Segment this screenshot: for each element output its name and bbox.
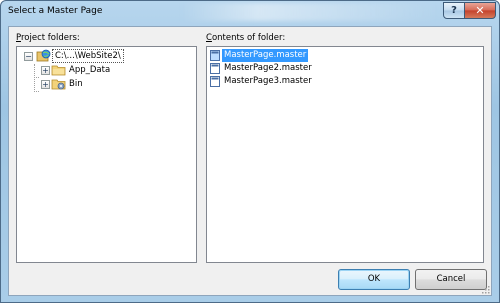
title-bar[interactable]: Select a Master Page ? ✕: [1, 1, 499, 25]
file-item-masterpage2-label[interactable]: MasterPage2.master: [222, 62, 314, 75]
dialog-window: Select a Master Page ? ✕ Project folders…: [0, 0, 500, 303]
folder-contents-list[interactable]: MasterPage.master MasterPage2.master Mas…: [206, 46, 484, 263]
tree-node-bin-label[interactable]: Bin: [67, 77, 85, 91]
master-page-icon: [210, 76, 220, 87]
tree-node-bin[interactable]: + Bin: [17, 77, 196, 91]
tree-connector-h2: [34, 91, 39, 93]
cancel-button[interactable]: Cancel: [415, 269, 487, 290]
folder-gear-icon: [51, 77, 67, 91]
close-button[interactable]: ✕: [464, 2, 496, 19]
project-folders-label: Project folders:: [16, 33, 80, 43]
master-page-icon: [210, 50, 220, 61]
contents-of-folder-label-text: ontents of folder:: [211, 33, 286, 43]
expand-icon[interactable]: +: [41, 66, 50, 75]
file-item-masterpage3-label[interactable]: MasterPage3.master: [222, 75, 314, 88]
expand-icon[interactable]: +: [41, 80, 50, 89]
master-page-icon: [210, 63, 220, 74]
tree-node-app-data-label[interactable]: App_Data: [67, 63, 112, 77]
web-project-icon: [35, 49, 51, 63]
dialog-client-area: Project folders: − C:\...\WebSite2\ + Ap…: [8, 26, 492, 296]
tree-node-root-label[interactable]: C:\...\WebSite2\: [52, 49, 124, 63]
tree-node-app-data[interactable]: + App_Data: [17, 63, 196, 77]
project-folders-label-text: roject folders:: [20, 33, 80, 43]
help-button[interactable]: ?: [443, 2, 465, 19]
tree-node-root[interactable]: − C:\...\WebSite2\: [17, 49, 196, 63]
dialog-title: Select a Master Page: [8, 6, 103, 16]
ok-button[interactable]: OK: [338, 269, 410, 290]
title-glass-highlight: [181, 3, 441, 21]
project-folders-tree[interactable]: − C:\...\WebSite2\ + App_Data + Bin: [16, 46, 197, 263]
contents-of-folder-label: Contents of folder:: [206, 33, 285, 43]
file-item-masterpage-label[interactable]: MasterPage.master: [222, 49, 309, 62]
collapse-icon[interactable]: −: [24, 52, 33, 61]
resize-grip-icon[interactable]: [480, 284, 490, 294]
folder-icon: [51, 63, 67, 77]
